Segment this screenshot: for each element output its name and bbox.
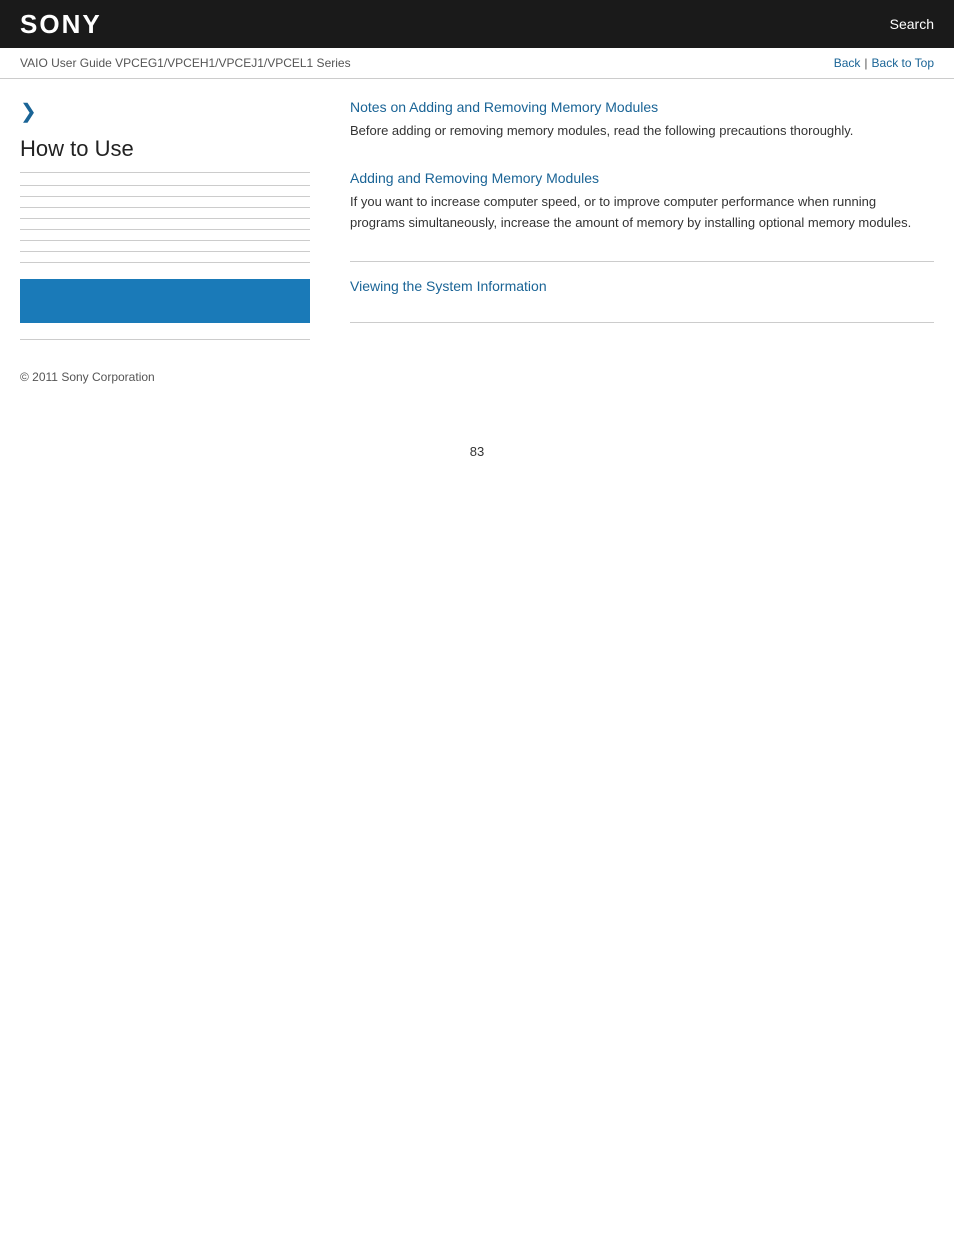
breadcrumb-bar: VAIO User Guide VPCEG1/VPCEH1/VPCEJ1/VPC… [0,48,954,79]
sidebar-divider-5 [20,229,310,230]
sony-logo: SONY [20,9,102,40]
guide-title: VAIO User Guide VPCEG1/VPCEH1/VPCEJ1/VPC… [20,56,351,70]
separator: | [864,56,867,70]
copyright-text: © 2011 Sony Corporation [20,370,155,384]
main-layout: ❯ How to Use Notes on Adding and Removin… [0,79,954,370]
notes-memory-desc: Before adding or removing memory modules… [350,121,934,142]
section-adding-memory: Adding and Removing Memory Modules If yo… [350,170,934,234]
adding-memory-link[interactable]: Adding and Removing Memory Modules [350,170,934,186]
sidebar-arrow-icon[interactable]: ❯ [20,99,310,124]
adding-memory-desc: If you want to increase computer speed, … [350,192,934,234]
back-link[interactable]: Back [834,56,861,70]
sidebar-divider-6 [20,240,310,241]
copyright: © 2011 Sony Corporation [0,370,954,404]
notes-memory-link[interactable]: Notes on Adding and Removing Memory Modu… [350,99,934,115]
section-system-info: Viewing the System Information [350,278,934,294]
sidebar-divider-7 [20,251,310,252]
sidebar-divider-8 [20,262,310,263]
breadcrumb-links: Back | Back to Top [834,56,934,70]
back-to-top-link[interactable]: Back to Top [872,56,934,70]
section-notes-memory: Notes on Adding and Removing Memory Modu… [350,99,934,142]
sidebar-divider-2 [20,196,310,197]
sidebar-divider-4 [20,218,310,219]
content-divider-2 [350,322,934,323]
sidebar-divider-3 [20,207,310,208]
content-area: Notes on Adding and Removing Memory Modu… [330,99,934,350]
search-button[interactable]: Search [890,16,934,32]
sidebar-title: How to Use [20,136,310,173]
sidebar-divider-1 [20,185,310,186]
sidebar-blue-block[interactable] [20,279,310,323]
sidebar: ❯ How to Use [20,99,330,350]
page-number: 83 [0,444,954,479]
system-info-link[interactable]: Viewing the System Information [350,278,934,294]
sidebar-divider-9 [20,339,310,340]
content-divider [350,261,934,262]
header: SONY Search [0,0,954,48]
